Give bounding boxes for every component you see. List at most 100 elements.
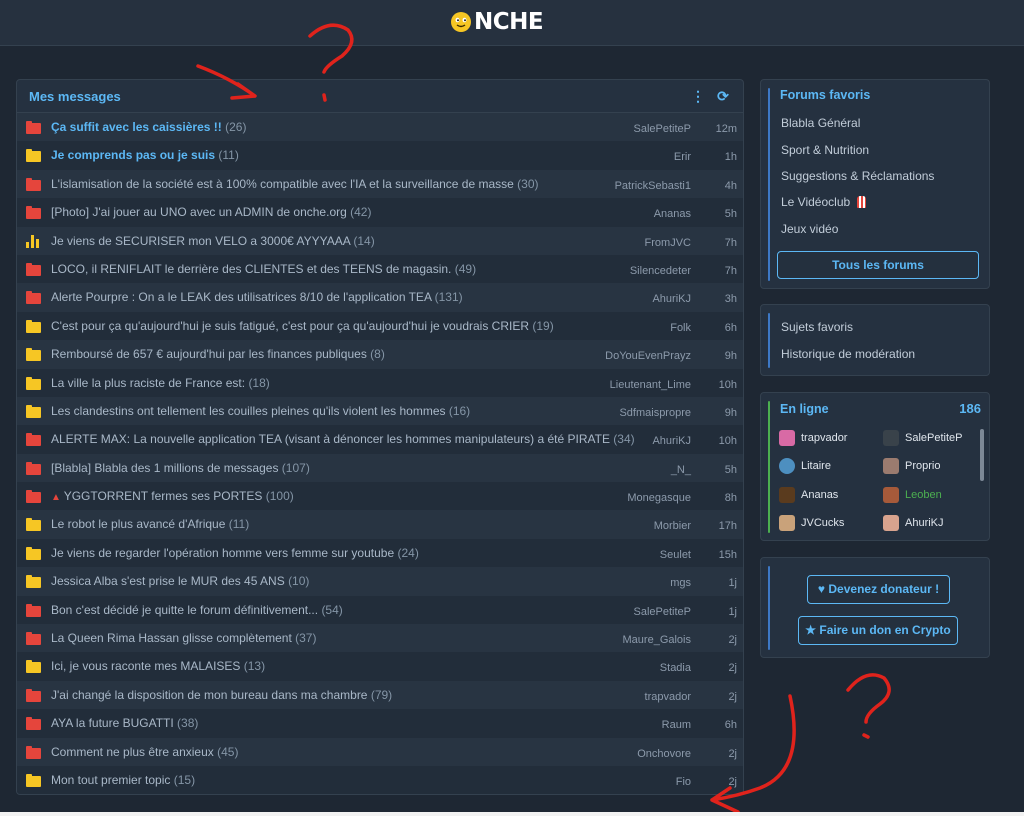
forum-link-blabla[interactable]: Blabla Général: [781, 116, 860, 130]
topic-author[interactable]: Raum: [662, 719, 691, 731]
topic-title[interactable]: Le robot le plus avancé d'Afrique (11): [51, 517, 249, 531]
topic-author[interactable]: PatrickSebasti1: [615, 180, 691, 192]
topic-title[interactable]: [Photo] J'ai jouer au UNO avec un ADMIN …: [51, 205, 371, 219]
topic-row[interactable]: J'ai changé la disposition de mon bureau…: [17, 680, 743, 710]
topic-row[interactable]: Ici, je vous raconte mes MALAISES (13) St…: [17, 652, 743, 681]
topic-title[interactable]: ALERTE MAX: La nouvelle application TEA …: [51, 432, 635, 446]
topic-row[interactable]: ALERTE MAX: La nouvelle application TEA …: [17, 425, 743, 454]
reply-count: (16): [448, 403, 471, 418]
online-user[interactable]: Litaire: [779, 458, 831, 474]
topic-author[interactable]: _N_: [671, 464, 691, 476]
topic-author[interactable]: trapvador: [645, 691, 691, 703]
topic-row[interactable]: [Blabla] Blabla des 1 millions de messag…: [17, 453, 743, 483]
vertical-dots-icon[interactable]: ⋮: [690, 88, 706, 104]
online-user[interactable]: SalePetiteP: [883, 430, 962, 446]
topic-author[interactable]: Onchovore: [637, 748, 691, 760]
topic-title[interactable]: Ici, je vous raconte mes MALAISES (13): [51, 659, 265, 673]
crypto-donate-button[interactable]: ★ Faire un don en Crypto: [798, 616, 958, 645]
topic-author[interactable]: DoYouEvenPrayz: [605, 350, 691, 362]
topic-author[interactable]: AhuriKJ: [652, 293, 691, 305]
topic-row[interactable]: Alerte Pourpre : On a le LEAK des utilis…: [17, 283, 743, 312]
topic-author[interactable]: Erir: [674, 151, 691, 163]
topic-row[interactable]: Ça suffit avec les caissières !! (26) Sal…: [17, 113, 743, 142]
topic-title[interactable]: Je comprends pas ou je suis (11): [51, 148, 239, 162]
topic-row[interactable]: Je viens de regarder l'opération homme v…: [17, 538, 743, 568]
topic-author[interactable]: mgs: [670, 577, 691, 589]
bottom-strip: [0, 812, 1024, 816]
topic-title[interactable]: AYA la future BUGATTI (38): [51, 716, 198, 730]
topic-row[interactable]: Le robot le plus avancé d'Afrique (11) Mo…: [17, 510, 743, 539]
favorites-title[interactable]: Forums favoris: [780, 88, 870, 102]
topic-title[interactable]: LOCO, il RENIFLAIT le derrière des CLIEN…: [51, 262, 476, 276]
topic-author[interactable]: Monegasque: [627, 492, 691, 504]
topic-title[interactable]: La Queen Rima Hassan glisse complètement…: [51, 631, 316, 645]
site-logo[interactable]: NCHE: [450, 9, 544, 35]
topic-row[interactable]: L'islamisation de la société est à 100% …: [17, 169, 743, 199]
forum-link-sport[interactable]: Sport & Nutrition: [781, 143, 869, 157]
topic-title[interactable]: Jessica Alba s'est prise le MUR des 45 A…: [51, 574, 309, 588]
topic-author[interactable]: Silencedeter: [630, 265, 691, 277]
topic-title[interactable]: L'islamisation de la société est à 100% …: [51, 177, 539, 191]
topic-title[interactable]: Alerte Pourpre : On a le LEAK des utilis…: [51, 290, 463, 304]
forum-link-videoclub[interactable]: Le Vidéoclub: [781, 195, 866, 209]
topic-author[interactable]: FromJVC: [645, 237, 691, 249]
topic-author[interactable]: AhuriKJ: [652, 435, 691, 447]
topic-author[interactable]: Fio: [676, 776, 691, 788]
topic-author[interactable]: Ananas: [654, 208, 691, 220]
topic-title[interactable]: Les clandestins ont tellement les couill…: [51, 404, 470, 418]
topic-row[interactable]: LOCO, il RENIFLAIT le derrière des CLIEN…: [17, 254, 743, 284]
favorite-topics-link[interactable]: Sujets favoris: [781, 320, 853, 334]
topic-author[interactable]: Seulet: [660, 549, 691, 561]
topic-row[interactable]: Remboursé de 657 € aujourd'hui par les f…: [17, 340, 743, 369]
topic-title[interactable]: C'est pour ça qu'aujourd'hui je suis fat…: [51, 319, 554, 333]
online-user[interactable]: Ananas: [779, 487, 838, 503]
topic-title[interactable]: Mon tout premier topic (15): [51, 773, 195, 787]
topic-title[interactable]: ▲ YGGTORRENT fermes ses PORTES (100): [51, 489, 294, 503]
topic-title[interactable]: J'ai changé la disposition de mon bureau…: [51, 688, 392, 702]
donor-button[interactable]: ♥ Devenez donateur !: [807, 575, 950, 604]
topic-row[interactable]: C'est pour ça qu'aujourd'hui je suis fat…: [17, 311, 743, 341]
topic-row[interactable]: Mon tout premier topic (15) Fio 2j: [17, 765, 743, 794]
online-user[interactable]: JVCucks: [779, 515, 844, 531]
topic-row[interactable]: La Queen Rima Hassan glisse complètement…: [17, 624, 743, 653]
topic-row[interactable]: [Photo] J'ai jouer au UNO avec un ADMIN …: [17, 198, 743, 227]
topic-row[interactable]: Bon c'est décidé je quitte le forum défi…: [17, 595, 743, 625]
moderation-history-link[interactable]: Historique de modération: [781, 347, 915, 361]
online-user[interactable]: Leoben: [883, 487, 942, 503]
topic-author[interactable]: Sdfmaispropre: [619, 407, 691, 419]
forum-link-suggestions[interactable]: Suggestions & Réclamations: [781, 169, 934, 183]
topic-author[interactable]: SalePetiteP: [634, 606, 691, 618]
online-user[interactable]: AhuriKJ: [883, 515, 944, 531]
forum-link-jeux[interactable]: Jeux vidéo: [781, 222, 838, 236]
topic-row[interactable]: Comment ne plus être anxieux (45) Onchovo…: [17, 737, 743, 766]
topic-author[interactable]: Maure_Galois: [623, 634, 691, 646]
all-forums-button[interactable]: Tous les forums: [777, 251, 979, 279]
online-user[interactable]: Proprio: [883, 458, 940, 474]
topic-author[interactable]: Folk: [670, 322, 691, 334]
reply-count: (37): [295, 631, 317, 646]
topic-title[interactable]: Je viens de regarder l'opération homme v…: [51, 546, 419, 560]
user-name: SalePetiteP: [905, 432, 963, 444]
topic-row[interactable]: La ville la plus raciste de France est: …: [17, 368, 743, 397]
topic-row[interactable]: Je viens de SECURISER mon VELO a 3000€ A…: [17, 226, 743, 255]
online-scrollbar[interactable]: [980, 429, 984, 481]
topic-author[interactable]: Stadia: [660, 662, 691, 674]
topic-row[interactable]: Je comprends pas ou je suis (11) Erir 1h: [17, 141, 743, 170]
topic-title[interactable]: Je viens de SECURISER mon VELO a 3000€ A…: [51, 234, 375, 248]
topic-title[interactable]: Comment ne plus être anxieux (45): [51, 745, 238, 759]
topic-title[interactable]: [Blabla] Blabla des 1 millions de messag…: [51, 461, 310, 475]
topic-author[interactable]: Lieutenant_Lime: [610, 379, 691, 391]
online-user[interactable]: trapvador: [779, 430, 847, 446]
topic-row[interactable]: ▲ YGGTORRENT fermes ses PORTES (100) Mone…: [17, 482, 743, 511]
refresh-icon[interactable]: ⟳: [715, 88, 731, 104]
topic-row[interactable]: AYA la future BUGATTI (38) Raum 6h: [17, 709, 743, 738]
topic-row[interactable]: Jessica Alba s'est prise le MUR des 45 A…: [17, 567, 743, 596]
topic-author[interactable]: Morbier: [654, 520, 691, 532]
topic-title-text: LOCO, il RENIFLAIT le derrière des CLIEN…: [51, 261, 455, 276]
topic-title[interactable]: Ça suffit avec les caissières !! (26): [51, 120, 246, 134]
topic-title[interactable]: Bon c'est décidé je quitte le forum défi…: [51, 603, 343, 617]
topic-title[interactable]: La ville la plus raciste de France est: …: [51, 376, 270, 390]
topic-title[interactable]: Remboursé de 657 € aujourd'hui par les f…: [51, 347, 385, 361]
topic-author[interactable]: SalePetiteP: [634, 123, 691, 135]
topic-row[interactable]: Les clandestins ont tellement les couill…: [17, 396, 743, 426]
